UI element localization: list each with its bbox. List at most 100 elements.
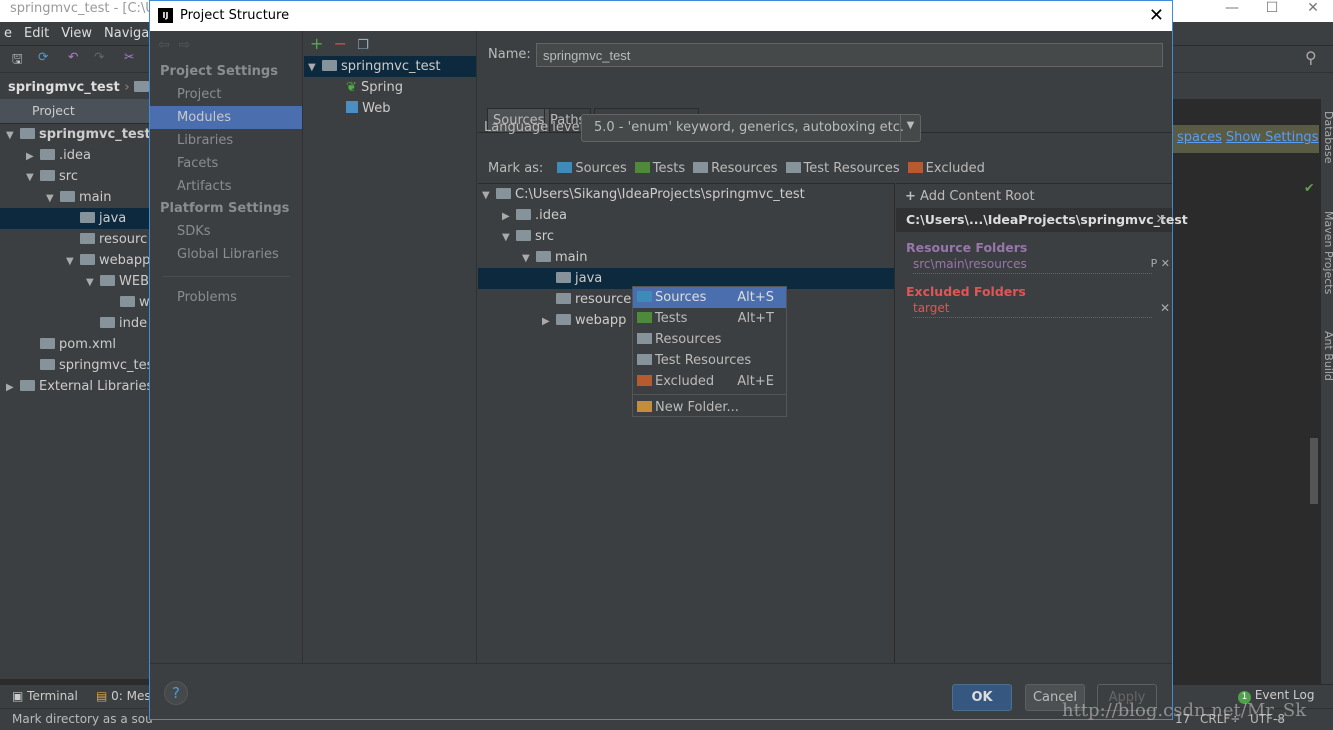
ok-button[interactable]: OK (952, 684, 1012, 711)
tree-item[interactable]: ▶ External Libraries (0, 376, 153, 398)
menu-file[interactable]: e (4, 26, 12, 41)
expand-arrow-icon[interactable]: ▼ (26, 167, 40, 188)
add-icon[interactable]: + (310, 34, 323, 53)
messages-tool[interactable]: ▤ 0: Mes (96, 689, 151, 703)
expand-arrow-icon[interactable]: ▶ (6, 377, 20, 398)
nav-problems[interactable]: Problems (150, 286, 302, 309)
remove-excluded-icon[interactable]: ✕ (1160, 301, 1170, 315)
language-level-select[interactable]: 5.0 - 'enum' keyword, generics, autoboxi… (581, 114, 921, 142)
tree-item[interactable]: ▼ WEB (0, 271, 149, 292)
undo-icon[interactable]: ↶ (68, 49, 78, 64)
expand-arrow-icon[interactable]: ▼ (66, 251, 80, 272)
event-count-badge: 1 (1238, 691, 1251, 704)
expand-arrow-icon[interactable]: ▶ (26, 146, 40, 167)
database-tool[interactable]: Database (1322, 111, 1333, 164)
content-tree-item[interactable]: ▼ src (478, 226, 894, 247)
expand-arrow-icon[interactable]: ▶ (542, 311, 556, 332)
back-icon[interactable]: ⇦ (158, 37, 170, 53)
dialog-close-button[interactable]: ✕ (1149, 5, 1164, 26)
expand-arrow-icon[interactable]: ▼ (86, 272, 100, 293)
maximize-button[interactable]: ☐ (1252, 0, 1292, 22)
event-log-tool[interactable]: 1 Event Log (1238, 688, 1314, 704)
expand-arrow-icon[interactable]: ▼ (6, 125, 20, 146)
nav-artifacts[interactable]: Artifacts (150, 175, 302, 198)
nav-facets[interactable]: Facets (150, 152, 302, 175)
expand-arrow-icon[interactable]: ▼ (522, 248, 536, 269)
tree-item[interactable]: ▼ main (0, 187, 149, 208)
tree-item-label: .idea (59, 148, 91, 163)
menu-item-tests[interactable]: Tests Alt+T (633, 308, 786, 329)
add-content-root-button[interactable]: + Add Content Root (896, 184, 1172, 208)
copy-icon[interactable]: ❐ (357, 38, 369, 53)
tree-item[interactable]: pom.xml (0, 334, 149, 355)
module-springmvc-test[interactable]: ▼ springmvc_test (304, 56, 476, 77)
ant-build-tool[interactable]: Ant Build (1322, 331, 1333, 381)
breadcrumb-project[interactable]: springmvc_test (8, 80, 120, 95)
menu-item-label: Tests (655, 311, 688, 326)
mark-as-sources[interactable]: Sources (557, 161, 627, 176)
expand-arrow-icon[interactable]: ▶ (502, 206, 516, 227)
menu-view[interactable]: View (61, 26, 92, 41)
terminal-tool[interactable]: ▣ Terminal (12, 689, 78, 703)
apply-button[interactable]: Apply (1097, 684, 1157, 711)
cut-icon[interactable]: ✂ (124, 49, 134, 64)
remove-content-root-icon[interactable]: ✕ (1156, 211, 1166, 226)
menu-item-test-resources[interactable]: Test Resources (633, 350, 786, 371)
menu-item-sources[interactable]: Sources Alt+S (633, 287, 786, 308)
menu-item-new-folder[interactable]: New Folder... (633, 397, 786, 418)
tree-item[interactable]: inde (0, 313, 149, 334)
status-line-ending[interactable]: CRLF÷ (1200, 712, 1240, 726)
project-panel-header[interactable]: Project (0, 99, 149, 123)
menu-item-resources[interactable]: Resources (633, 329, 786, 350)
mark-as-excluded[interactable]: Excluded (907, 161, 985, 176)
tree-item[interactable]: ▼ src (0, 166, 149, 187)
module-name-input[interactable] (536, 43, 1163, 67)
tree-item[interactable]: springmvc_test (0, 355, 158, 376)
expand-arrow-icon[interactable]: ▼ (502, 227, 516, 248)
cancel-button[interactable]: Cancel (1025, 684, 1085, 711)
mark-as-resources[interactable]: Resources (693, 161, 778, 176)
mark-as-test-resources[interactable]: Test Resources (785, 161, 900, 176)
help-icon[interactable]: ? (164, 681, 188, 705)
remove-icon[interactable]: − (334, 34, 347, 53)
redo-icon[interactable]: ↷ (94, 49, 104, 64)
forward-icon[interactable]: ⇨ (179, 37, 191, 53)
search-icon[interactable]: ⚲ (1305, 48, 1317, 67)
nav-sdks[interactable]: SDKs (150, 220, 302, 243)
save-icon[interactable]: 🖫 (12, 50, 23, 71)
properties-icon[interactable]: P ✕ (1151, 257, 1170, 270)
tree-item[interactable]: ▶ .idea (0, 145, 149, 166)
content-tree-item[interactable]: ▼ main (478, 247, 894, 268)
nav-libraries[interactable]: Libraries (150, 129, 302, 152)
tree-item[interactable]: resourc (0, 229, 149, 250)
tree-item-label: springmvc_test (59, 358, 159, 373)
nav-project[interactable]: Project (150, 83, 302, 106)
right-tool-stripe: Database Maven Projects Ant Build (1320, 99, 1333, 684)
maven-projects-tool[interactable]: Maven Projects (1322, 211, 1333, 294)
facet-spring[interactable]: ❦ Spring (304, 77, 476, 98)
tree-item[interactable]: ▼ springmvc_test (0, 124, 151, 146)
content-tree-item[interactable]: ▶ .idea (478, 205, 894, 226)
chevron-down-icon[interactable]: ▼ (900, 115, 920, 141)
show-settings-link[interactable]: Show Settings (1226, 130, 1319, 145)
nav-modules[interactable]: Modules (150, 106, 302, 129)
tree-item[interactable]: w (0, 292, 150, 313)
mark-as-tests[interactable]: Tests (634, 161, 685, 176)
tree-item[interactable]: ▼ webapp (0, 250, 150, 272)
nav-global-libraries[interactable]: Global Libraries (150, 243, 302, 266)
status-position[interactable]: 17 (1175, 712, 1190, 726)
tree-item[interactable]: java (0, 208, 149, 229)
status-encoding[interactable]: UTF-8 (1250, 712, 1285, 726)
expand-arrow-icon[interactable]: ▼ (46, 188, 60, 209)
minimize-button[interactable]: — (1212, 0, 1252, 22)
facet-web[interactable]: Web (304, 98, 476, 119)
menu-item-excluded[interactable]: Excluded Alt+E (633, 371, 786, 392)
menu-edit[interactable]: Edit (24, 26, 49, 41)
expand-arrow-icon[interactable]: ▼ (482, 185, 496, 206)
close-window-button[interactable]: ✕ (1293, 0, 1333, 22)
sync-icon[interactable]: ⟳ (38, 49, 48, 64)
content-tree-item[interactable]: ▼ C:\Users\Sikang\IdeaProjects\springmvc_… (478, 184, 894, 205)
editor-scrollbar[interactable] (1310, 438, 1318, 504)
dialog-title: Project Structure (180, 8, 290, 23)
spaces-link[interactable]: spaces (1177, 130, 1222, 145)
